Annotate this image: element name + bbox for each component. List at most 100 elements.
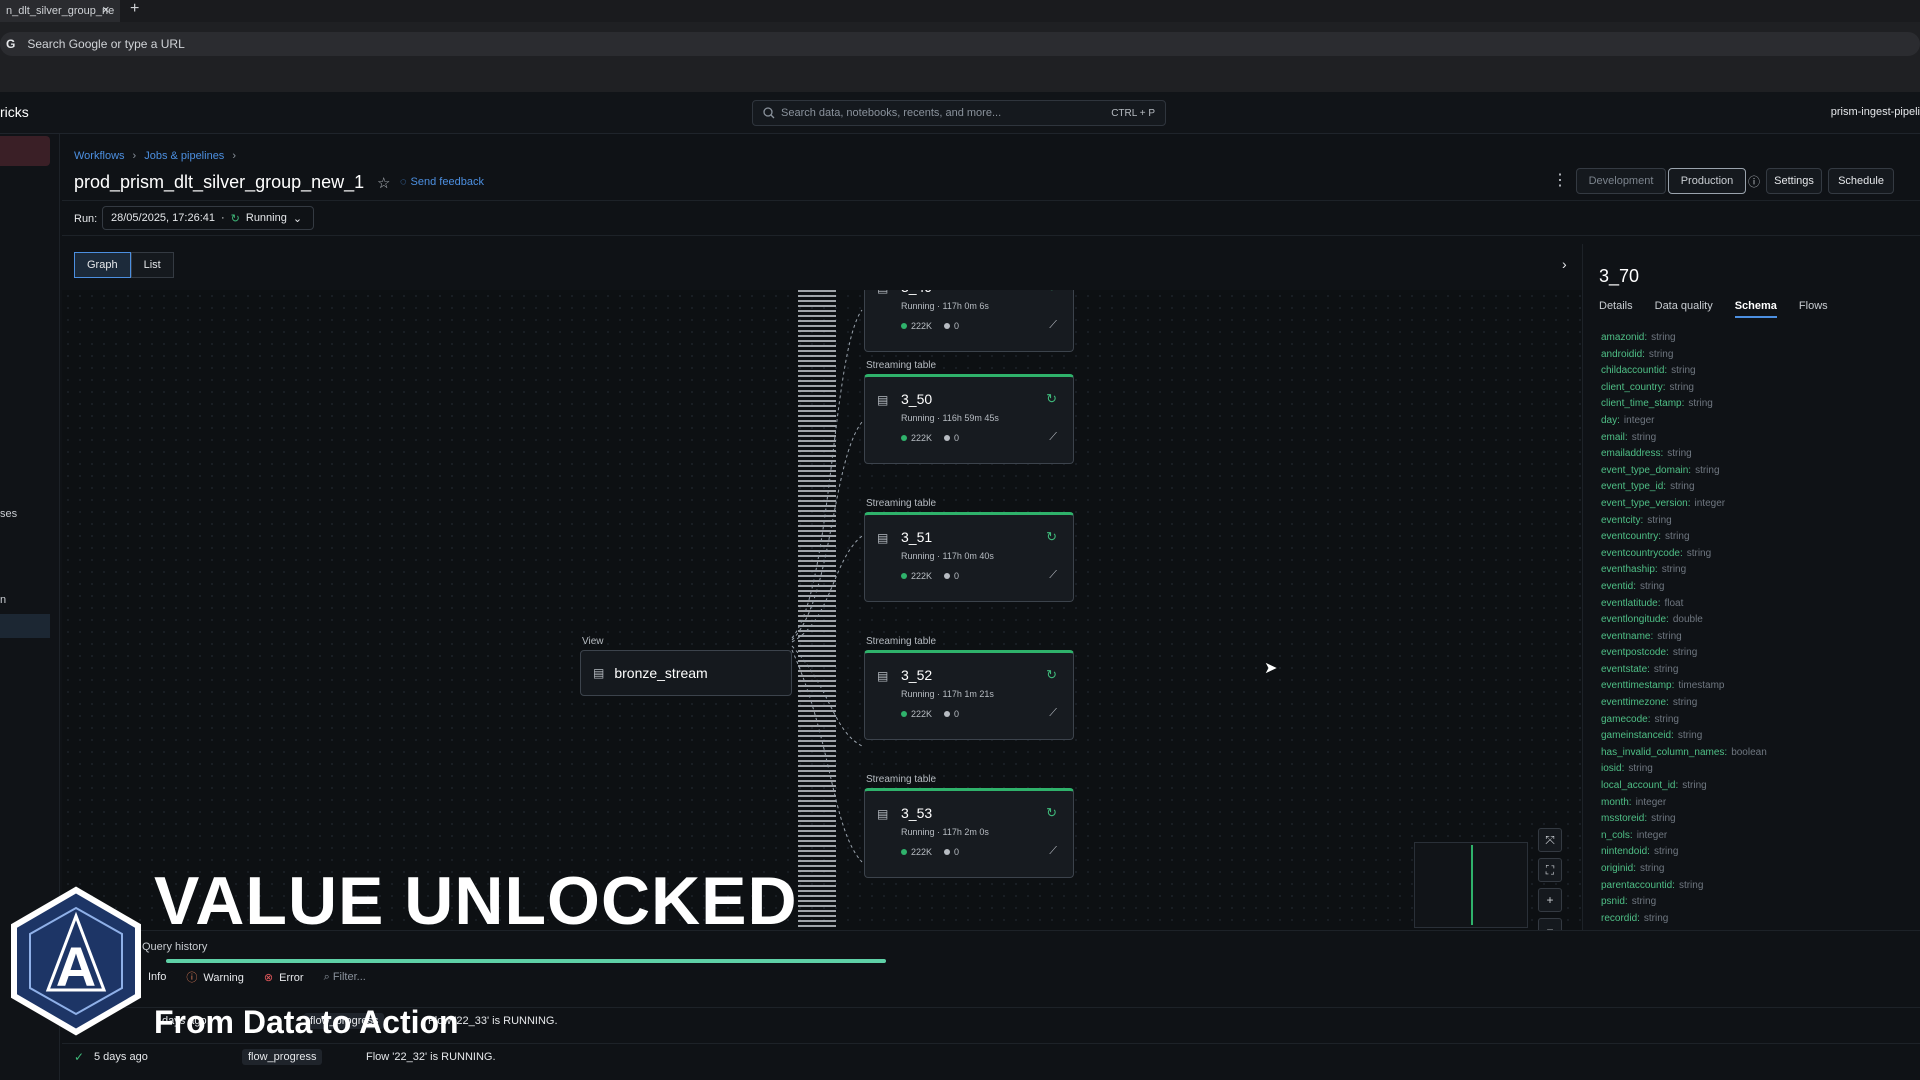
chart-icon[interactable]: ⟋ [1049, 845, 1057, 858]
brand-logo[interactable]: ricks [0, 104, 29, 120]
schema-field-name: recordid: [1601, 912, 1640, 924]
graph-node-name: 3_51 [901, 529, 933, 545]
schema-field-name: msstoreid: [1601, 813, 1648, 825]
success-check-icon: ✓ [74, 1050, 85, 1064]
new-tab-button[interactable]: + [130, 0, 139, 18]
schema-field-type: string [1653, 846, 1679, 858]
schema-field-type: string [1640, 863, 1665, 874]
event-type-tag: flow_progress [242, 1049, 323, 1065]
schema-field: gamecode: string [1601, 714, 1767, 731]
event-filter-input[interactable]: ⌕ Filter... [324, 971, 366, 984]
schedule-button[interactable]: Schedule [1828, 168, 1894, 194]
schema-field: event_type_version: integer [1601, 498, 1767, 515]
schema-field: eventstate: string [1601, 664, 1767, 681]
graph-node-bronze-stream[interactable]: ▤ bronze_stream [580, 650, 792, 696]
schema-field-name: originid: [1601, 863, 1637, 874]
chart-icon[interactable]: ⟋ [1049, 319, 1057, 332]
sidebar-item-new[interactable] [0, 136, 50, 166]
schema-field-type: string [1695, 464, 1720, 476]
graph-node-name: 3_53 [901, 805, 933, 821]
schema-field-type: string [1688, 398, 1713, 410]
streaming-table-kind: Streaming table [866, 636, 937, 647]
event-filters: Info ⓘ Warning ⊗ Error ⌕ Filter... [148, 969, 366, 985]
app-topbar: ricks Search data, notebooks, recents, a… [0, 92, 1920, 134]
address-bar[interactable]: G Search Google or type a URL [0, 32, 1920, 56]
star-icon[interactable]: ☆ [377, 174, 390, 192]
graph-node-name: bronze_stream [614, 665, 708, 681]
graph-node-streaming-table[interactable]: ▤ 3_51 ↻ Running · 117h 0m 40s 222K 0 ⟋ [864, 512, 1074, 602]
chart-icon[interactable]: ⟋ [1049, 431, 1057, 444]
schema-field-name: iosid: [1601, 763, 1625, 775]
running-spinner-icon: ↻ [230, 212, 240, 225]
graph-minimap[interactable] [1414, 842, 1528, 928]
sidebar-item-label[interactable]: ses [0, 508, 17, 520]
production-mode-button[interactable]: Production [1668, 168, 1746, 194]
tab-graph[interactable]: Graph [74, 252, 131, 278]
tab-flows[interactable]: Flows [1799, 300, 1828, 318]
loading-progress-bar [166, 959, 886, 963]
filter-error[interactable]: ⊗ Error [264, 971, 304, 984]
schema-field-type: string [1643, 912, 1669, 924]
schema-field-type: string [1682, 780, 1707, 792]
schema-field-name: has_invalid_column_names: [1601, 746, 1728, 758]
sidebar-item-active[interactable] [0, 614, 50, 638]
pipeline-graph-canvas[interactable]: View ▤ bronze_stream ▤ 3_49 ↻ Running · … [62, 290, 1582, 930]
info-icon[interactable]: ⓘ [1748, 173, 1760, 190]
schema-field: amazonid: string [1601, 332, 1767, 349]
schema-field: eventid: string [1601, 581, 1767, 598]
schema-field-type: integer [1694, 497, 1726, 509]
query-history-tab[interactable]: Query history [142, 941, 207, 953]
schema-field-type: integer [1623, 414, 1655, 426]
chevron-right-icon[interactable]: › [1562, 256, 1567, 272]
tab-schema[interactable]: Schema [1734, 300, 1777, 318]
graph-node-streaming-table[interactable]: ▤ 3_49 ↻ Running · 117h 0m 6s 222K 0 ⟋ [864, 290, 1074, 352]
graph-node-streaming-table[interactable]: ▤ 3_53 ↻ Running · 117h 2m 0s 222K 0 ⟋ [864, 788, 1074, 878]
view-node-kind: View [582, 636, 604, 647]
streaming-table-kind: Streaming table [866, 498, 937, 509]
graph-node-streaming-table[interactable]: ▤ 3_50 ↻ Running · 116h 59m 45s 222K 0 ⟋ [864, 374, 1074, 464]
fit-view-icon[interactable]: ⤧ [1538, 828, 1562, 852]
refresh-icon: ↻ [1046, 667, 1057, 682]
chart-icon[interactable]: ⟋ [1049, 707, 1057, 720]
browser-tab-title: n_dlt_silver_group_ne [6, 5, 115, 17]
more-vertical-icon[interactable]: ⋮ [1552, 170, 1568, 190]
filter-info[interactable]: Info [148, 971, 166, 983]
errors-metric: 0 [944, 847, 959, 857]
schema-field-name: eventid: [1601, 580, 1637, 592]
run-timestamp: 28/05/2025, 17:26:41 [111, 212, 215, 224]
close-icon[interactable]: × [102, 2, 110, 17]
global-search-input[interactable]: Search data, notebooks, recents, and mor… [752, 100, 1166, 126]
send-feedback-label: Send feedback [410, 176, 484, 188]
workspace-switcher[interactable]: prism-ingest-pipeli [1831, 106, 1920, 118]
google-icon: G [6, 37, 16, 51]
development-mode-button[interactable]: Development [1576, 168, 1666, 194]
run-selector[interactable]: 28/05/2025, 17:26:41 · ↻ Running ⌄ [102, 206, 314, 230]
sidebar-item-label[interactable]: n [0, 594, 6, 606]
fullscreen-icon[interactable]: ⛶ [1538, 858, 1562, 882]
node-metrics: 222K 0 [901, 709, 959, 719]
chart-icon[interactable]: ⟋ [1049, 569, 1057, 582]
schema-field-name: eventlongitude: [1601, 614, 1669, 626]
breadcrumb-jobs-pipelines[interactable]: Jobs & pipelines [144, 150, 224, 162]
schema-field: parentaccountid: string [1601, 880, 1767, 897]
zoom-in-icon[interactable]: + [1538, 888, 1562, 912]
tab-data-quality[interactable]: Data quality [1655, 300, 1713, 318]
schema-field-name: gamecode: [1601, 713, 1651, 725]
send-feedback-link[interactable]: ◌ Send feedback [400, 176, 484, 188]
tab-details[interactable]: Details [1599, 300, 1633, 318]
tab-list[interactable]: List [130, 252, 174, 278]
overlay-subtitle: From Data to Action [154, 1004, 459, 1040]
errors-metric: 0 [944, 433, 959, 443]
filter-warning[interactable]: ⓘ Warning [186, 969, 244, 985]
graph-node-streaming-table[interactable]: ▤ 3_52 ↻ Running · 117h 1m 21s 222K 0 ⟋ [864, 650, 1074, 740]
breadcrumb-workflows[interactable]: Workflows [74, 150, 125, 162]
schema-field-name: eventcity: [1601, 514, 1644, 526]
schema-field-name: event_type_id: [1601, 481, 1667, 493]
event-row[interactable]: ✓ 5 days ago flow_progress Flow '22_32' … [62, 1043, 1920, 1071]
address-placeholder: Search Google or type a URL [27, 37, 185, 51]
settings-button[interactable]: Settings [1766, 168, 1822, 194]
schema-field-type: string [1657, 630, 1682, 642]
table-icon: ▤ [877, 669, 889, 683]
table-icon: ▤ [877, 393, 889, 407]
zoom-out-icon[interactable]: − [1538, 918, 1562, 930]
